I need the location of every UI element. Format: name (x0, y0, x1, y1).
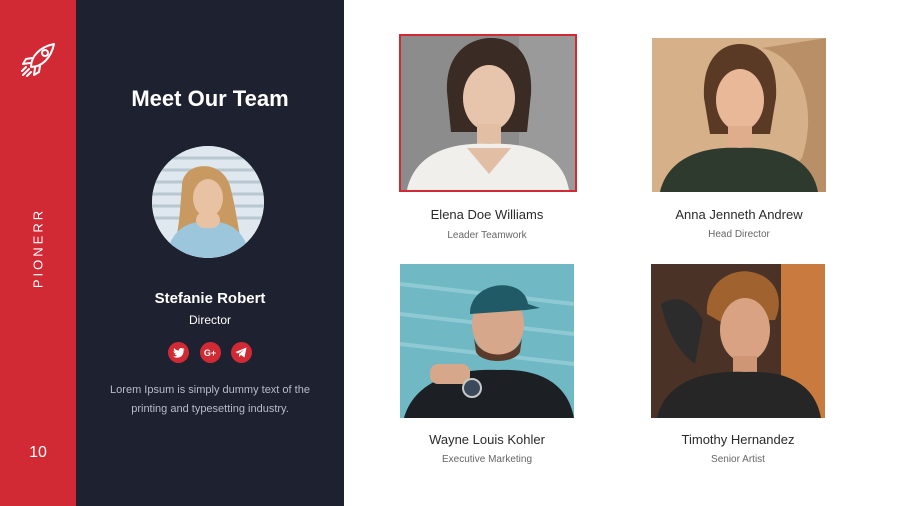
leader-name: Stefanie Robert (154, 290, 266, 307)
leader-role: Director (188, 313, 231, 327)
team-leader-panel: Meet Our Team Stefanie Robert Director G… (76, 0, 344, 506)
page-number: 10 (29, 444, 47, 461)
leader-description: Lorem Ipsum is simply dummy text of the … (110, 384, 310, 415)
team-member-role: Leader Teamwork (447, 230, 527, 241)
team-photo-2[interactable] (652, 38, 826, 192)
team-member-name: Wayne Louis Kohler (429, 432, 545, 447)
leader-avatar (152, 146, 264, 258)
team-member-name: Elena Doe Williams (430, 207, 544, 222)
team-member-name: Anna Jenneth Andrew (675, 207, 803, 222)
team-member-role: Executive Marketing (441, 454, 533, 465)
telegram-icon[interactable] (230, 342, 252, 363)
team-member-role: Head Director (708, 229, 770, 240)
rocket-icon (21, 43, 55, 77)
page-title: Meet Our Team (131, 86, 289, 111)
google-plus-icon[interactable]: G+ (199, 342, 221, 363)
twitter-icon[interactable] (168, 342, 190, 363)
team-photo-3[interactable] (400, 264, 574, 418)
brand-name: PIONERR (30, 207, 46, 289)
team-photo-4[interactable] (651, 264, 825, 418)
social-links: G+ (76, 342, 344, 363)
team-member-role: Senior Artist (711, 454, 765, 465)
team-member-name: Timothy Hernandez (681, 432, 795, 447)
brand-sidebar: PIONERR 10 (0, 0, 76, 506)
team-photo-1[interactable] (399, 34, 577, 192)
